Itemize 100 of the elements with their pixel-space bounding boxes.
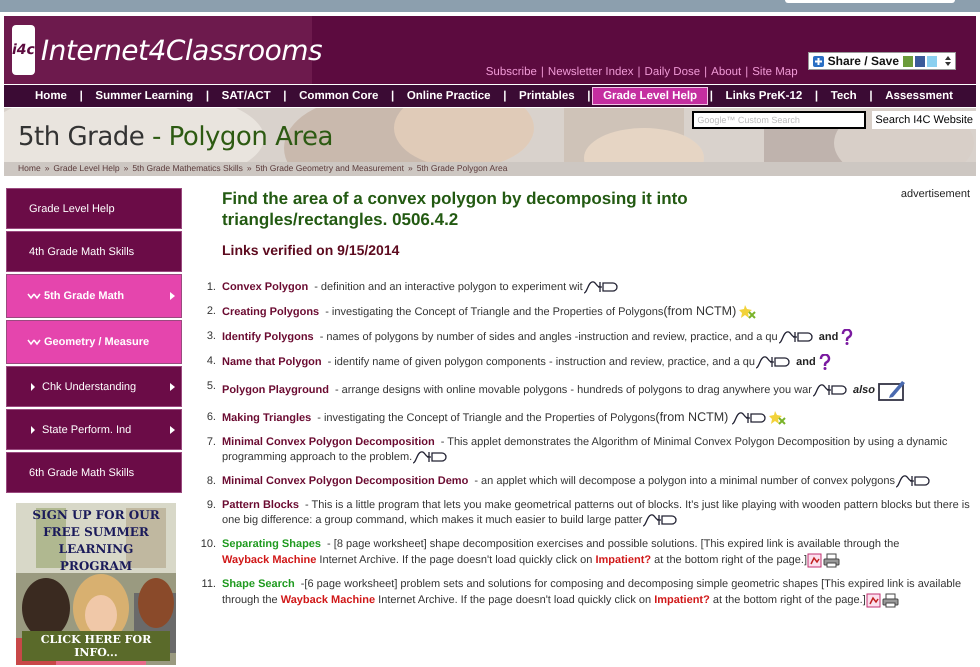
nav-separator: |: [283, 90, 286, 102]
list-number: 2.: [206, 304, 217, 319]
printer-icon[interactable]: [882, 592, 899, 608]
resource-link[interactable]: Identify Polygons: [222, 331, 314, 343]
list-number: 6.: [206, 410, 217, 426]
resource-description: Pattern Blocks - This is a little program that lets you make geometrical patterns out of blocks. It's just like playing with wooden pattern blocks but there is one big difference: a group command, which makes it much easier to build large patter: [222, 498, 971, 528]
resource-description: Minimal Convex Polygon Decomposition - This applet demonstrates the Algorithm of Minimal Convex Polygon Decomposition by using a dynamic programming approach to the problem.: [222, 435, 948, 466]
breadcrumb-link[interactable]: Home: [18, 163, 41, 173]
resource-description: Separating Shapes - [8 page worksheet] shape decomposition exercises and possible solutions. [This expired link is available through the Wayback Machine Internet Archive. If the page doesn't load quickly click on Impatient? at the bottom right of the page.]: [222, 537, 900, 568]
link-separator: |: [745, 66, 748, 78]
submenu-arrow-icon: [170, 426, 175, 434]
list-number: 7.: [206, 435, 217, 450]
updown-icon: [945, 56, 951, 66]
nav-tab[interactable]: Home: [24, 87, 78, 105]
resource-link[interactable]: Pattern Blocks: [222, 499, 300, 512]
nav-tab[interactable]: SAT/ACT: [210, 87, 282, 105]
question-mark-icon[interactable]: [818, 354, 831, 370]
breadcrumb-separator: »: [408, 163, 413, 173]
resource-description: Minimal Convex Polygon Decomposition Demo - an applet which will decompose a polygon into a minimal number of convex polygons: [222, 474, 978, 490]
breadcrumb-link[interactable]: 5th Grade Polygon Area: [416, 163, 508, 173]
list-number: 1.: [206, 280, 217, 295]
resource-description: Polygon Playground - arrange designs with online movable polygons - hundreds of polygons to drag anywhere you war also: [222, 379, 978, 402]
nav-separator: |: [587, 90, 590, 102]
sidebar-item[interactable]: Grade Level Help: [6, 188, 182, 229]
plus-icon: [812, 56, 824, 66]
header-link[interactable]: Site Map: [752, 66, 798, 78]
sidebar-item[interactable]: 6th Grade Math Skills: [6, 452, 182, 493]
search-button[interactable]: Search I4C Website: [872, 111, 976, 129]
header-link[interactable]: About: [711, 66, 742, 78]
search-field[interactable]: Google™ Custom Search: [692, 111, 866, 129]
resource-link[interactable]: Shape Search: [222, 578, 295, 590]
breadcrumb-link[interactable]: Grade Level Help: [53, 163, 120, 173]
nav-separator: |: [80, 90, 83, 102]
sidebar-item[interactable]: 4th Grade Math Skills: [6, 231, 182, 272]
resource-description: Creating Polygons - investigating the Concept of Triangle and the Properties of Polygons(from NCTM): [222, 304, 978, 320]
link-separator: |: [540, 66, 544, 78]
header-link[interactable]: Subscribe: [486, 66, 537, 78]
resource-description: Identify Polygons - names of polygons by number of sides and angles -instruction and review, practice, and a qu and: [222, 329, 978, 346]
breadcrumb-separator: »: [44, 163, 50, 173]
nav-tab[interactable]: Links PreK-12: [714, 87, 814, 105]
pencil-box-icon[interactable]: [878, 379, 906, 402]
archive-link[interactable]: Wayback Machine: [280, 594, 376, 606]
breadcrumb-link[interactable]: 5th Grade Geometry and Measurement: [256, 163, 404, 173]
nav-tab[interactable]: Tech: [820, 87, 868, 105]
nav-separator: |: [814, 90, 818, 102]
nav-separator: |: [710, 90, 713, 102]
nav-separator: |: [206, 90, 210, 102]
submenu-arrow-icon: [170, 292, 175, 300]
resource-link[interactable]: Minimal Convex Polygon Decomposition Demo: [222, 475, 468, 488]
double-chevron-icon: [27, 292, 41, 300]
resource-description: Shape Search -[6 page worksheet] problem sets and solutions for composing and decomposing simple geometric shapes [This expired link is available through the Wayback Machine Internet Archive. If the page doesn't load quickly click on Impatient? at the bottom right of the page.]: [222, 577, 962, 608]
page-title: 5th Grade - Polygon Area: [18, 122, 333, 152]
share-button[interactable]: Share / Save: [808, 52, 956, 70]
sidebar-item[interactable]: Chk Understanding: [6, 366, 182, 407]
link-separator: |: [704, 66, 708, 78]
archive-link[interactable]: Impatient?: [654, 594, 710, 606]
sidebar-item[interactable]: Geometry / Measure: [6, 320, 182, 364]
page-heading: Find the area of a convex polygon by decomposing it into triangles/rectangles. 0506.4.2: [222, 188, 689, 230]
question-mark-icon[interactable]: [841, 329, 854, 346]
nav-separator: |: [390, 90, 394, 102]
list-number: 4.: [206, 354, 217, 370]
nav-tab[interactable]: Printables: [508, 87, 586, 105]
resource-link[interactable]: Polygon Playground: [222, 384, 329, 396]
verified-date: Links verified on 9/15/2014: [222, 242, 400, 258]
nav-separator: |: [869, 90, 873, 102]
list-number: 8.: [206, 474, 217, 490]
printer-icon[interactable]: [823, 552, 840, 568]
resource-description: Name that Polygon - identify name of given polygon components - instruction and review, practice, and a qu and: [222, 354, 978, 370]
site-name[interactable]: Internet4Classrooms: [40, 34, 322, 66]
resource-link[interactable]: Name that Polygon: [222, 356, 322, 368]
submenu-arrow-icon: [170, 382, 175, 390]
nav-separator: |: [503, 90, 506, 102]
ad-headline: SIGN UP FOR OUR FREE SUMMER LEARNING PROGRAM: [31, 507, 161, 575]
nav-tab[interactable]: Assessment: [874, 87, 964, 105]
header-link[interactable]: Daily Dose: [644, 66, 700, 78]
ad-call-to-action: CLICK HERE FOR INFO...: [22, 631, 170, 661]
ad-banner[interactable]: SIGN UP FOR OUR FREE SUMMER LEARNING PROGRAM CLICK HERE FOR INFO...: [16, 503, 176, 665]
archive-link[interactable]: Wayback Machine: [222, 554, 316, 566]
site-logo[interactable]: i4c: [12, 25, 35, 75]
document-icon[interactable]: [866, 592, 882, 608]
resource-link[interactable]: Convex Polygon: [222, 281, 308, 293]
nav-tab[interactable]: Common Core: [288, 87, 390, 105]
breadcrumb-link[interactable]: 5th Grade Mathematics Skills: [132, 163, 243, 173]
resource-link[interactable]: Making Triangles: [222, 412, 312, 424]
nav-tab[interactable]: Summer Learning: [84, 87, 204, 105]
archive-link[interactable]: Impatient?: [595, 554, 652, 566]
sidebar-item[interactable]: 5th Grade Math: [6, 274, 182, 318]
nav-tab[interactable]: Online Practice: [396, 87, 502, 105]
resource-description: Convex Polygon - definition and an interactive polygon to experiment wit: [222, 280, 978, 295]
list-number: 11.: [200, 577, 217, 592]
resource-link[interactable]: Minimal Convex Polygon Decomposition: [222, 436, 435, 448]
resource-link[interactable]: Creating Polygons: [222, 306, 320, 318]
header-link[interactable]: Newsletter Index: [548, 66, 634, 78]
document-icon[interactable]: [807, 552, 824, 568]
sidebar-item[interactable]: State Perform. Ind: [6, 409, 182, 450]
nav-tab[interactable]: Grade Level Help: [592, 87, 708, 105]
link-separator: |: [638, 66, 641, 78]
list-number: 9.: [206, 498, 217, 514]
list-number: 3.: [206, 329, 217, 344]
resource-link[interactable]: Separating Shapes: [222, 538, 322, 550]
